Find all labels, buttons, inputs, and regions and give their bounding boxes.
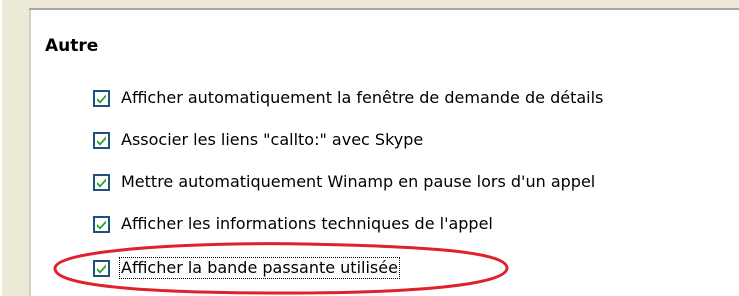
option-label[interactable]: Afficher les informations techniques de … [120, 214, 494, 234]
checkbox-pause-winamp[interactable] [93, 173, 110, 191]
checkbox-technical-info[interactable] [93, 215, 110, 233]
checkbox-callto-links[interactable] [93, 131, 110, 149]
option-pause-winamp[interactable]: Mettre automatiquement Winamp en pause l… [93, 170, 596, 194]
option-label[interactable]: Afficher automatiquement la fenêtre de d… [120, 88, 604, 108]
option-technical-info[interactable]: Afficher les informations techniques de … [93, 212, 494, 236]
checkmark-icon [97, 220, 106, 229]
window-edge [0, 0, 2, 296]
option-callto-links[interactable]: Associer les liens "callto:" avec Skype [93, 128, 424, 152]
option-label[interactable]: Mettre automatiquement Winamp en pause l… [120, 172, 596, 192]
option-bandwidth-used[interactable]: Afficher la bande passante utilisée [93, 256, 400, 280]
checkbox-auto-details-window[interactable] [93, 89, 110, 107]
checkmark-icon [97, 178, 106, 187]
section-title: Autre [45, 36, 99, 56]
checkbox-bandwidth-used[interactable] [93, 259, 110, 277]
option-auto-details-window[interactable]: Afficher automatiquement la fenêtre de d… [93, 86, 604, 110]
checkmark-icon [97, 94, 106, 103]
option-label[interactable]: Associer les liens "callto:" avec Skype [120, 130, 424, 150]
checkmark-icon [97, 136, 106, 145]
options-panel [29, 10, 739, 296]
option-label[interactable]: Afficher la bande passante utilisée [119, 257, 400, 279]
checkmark-icon [97, 264, 106, 273]
